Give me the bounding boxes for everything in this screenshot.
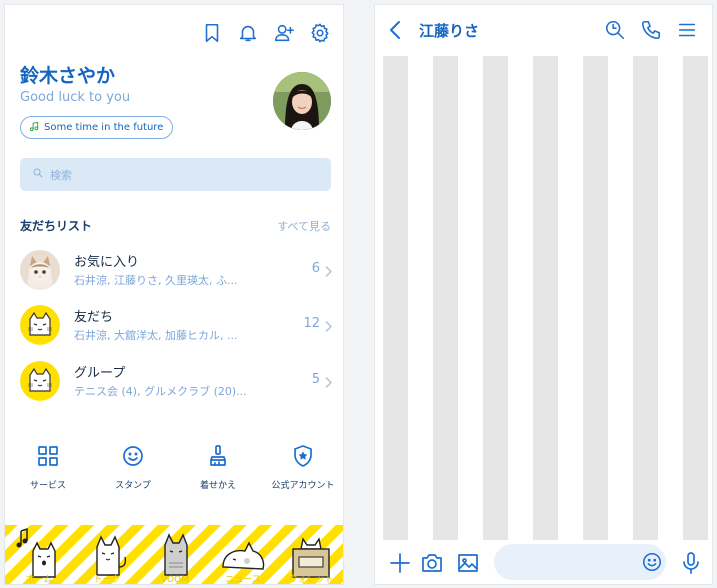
music-note-icon bbox=[29, 121, 40, 135]
shortcut-label: スタンプ bbox=[115, 481, 151, 491]
theme-shortcut[interactable]: 着せかえ bbox=[178, 442, 258, 491]
chat-background bbox=[375, 56, 712, 540]
service-shortcuts: サービス スタンプ 着せかえ 公式アカウント bbox=[5, 442, 343, 496]
home-panel: 鈴木さやか Good luck to you Some time in the … bbox=[4, 4, 344, 585]
see-all-link[interactable]: すべて見る bbox=[277, 218, 331, 234]
microphone-icon[interactable] bbox=[679, 551, 703, 579]
friend-group-row-favorites[interactable]: お気に入り 石井涼, 江藤りさ, 久里瑛太, ふ... 6 bbox=[20, 248, 335, 292]
friend-group-members: 石井涼, 大舘洋太, 加藤ヒカル, ... bbox=[74, 329, 238, 342]
profile-name[interactable]: 鈴木さやか bbox=[20, 61, 115, 88]
friend-group-members: 石井涼, 江藤りさ, 久里瑛太, ふ... bbox=[74, 274, 238, 287]
brush-icon bbox=[178, 442, 258, 470]
tab-news[interactable]: ニュース bbox=[209, 525, 277, 585]
profile-status-message[interactable]: Good luck to you bbox=[20, 90, 130, 105]
bookmark-icon[interactable] bbox=[201, 22, 223, 44]
tab-home[interactable]: ホーム bbox=[5, 525, 73, 585]
friend-group-name: グループ bbox=[74, 366, 126, 381]
profile-music-pill[interactable]: Some time in the future bbox=[20, 116, 174, 139]
tab-talk[interactable]: トーク bbox=[73, 525, 141, 585]
friend-group-name: 友だち bbox=[74, 310, 114, 325]
friend-group-row-groups[interactable]: グループ テニス会 (4), グルメクラブ (20)... 5 bbox=[20, 359, 335, 403]
message-input-bar bbox=[375, 540, 712, 584]
plus-icon[interactable] bbox=[388, 551, 412, 579]
chevron-right-icon bbox=[324, 318, 333, 337]
profile-music-label: Some time in the future bbox=[44, 122, 164, 133]
shortcut-label: 着せかえ bbox=[199, 481, 236, 491]
tab-label: ウォレット bbox=[288, 575, 334, 585]
menu-icon[interactable] bbox=[676, 19, 698, 45]
friend-group-count: 12 bbox=[303, 316, 320, 331]
camera-icon[interactable] bbox=[420, 551, 444, 579]
tab-label: VOOM bbox=[161, 575, 189, 585]
chat-header: 江藤りさ bbox=[375, 5, 712, 55]
shortcut-label: サービス bbox=[29, 481, 66, 491]
chat-header-icons bbox=[604, 19, 698, 45]
friend-group-members: テニス会 (4), グルメクラブ (20)... bbox=[74, 385, 247, 398]
official-badge-icon bbox=[263, 442, 343, 470]
chevron-right-icon bbox=[324, 374, 333, 393]
image-icon[interactable] bbox=[456, 551, 480, 579]
profile-avatar[interactable] bbox=[273, 72, 331, 130]
tab-wallet[interactable]: ウォレット bbox=[277, 525, 343, 585]
tab-label: トーク bbox=[93, 575, 121, 585]
favorites-cat-avatar bbox=[20, 250, 60, 290]
chat-panel: 江藤りさ bbox=[374, 4, 713, 585]
friend-group-name: お気に入り bbox=[74, 255, 140, 270]
friend-group-count: 6 bbox=[311, 261, 320, 276]
tab-label: ニュース bbox=[225, 575, 261, 585]
phone-icon[interactable] bbox=[640, 19, 662, 45]
tab-label: ホーム bbox=[25, 575, 53, 585]
tab-voom[interactable]: VOOM bbox=[141, 525, 209, 585]
chevron-right-icon bbox=[324, 263, 333, 282]
friend-search-input[interactable]: 検索 bbox=[20, 158, 331, 191]
search-icon bbox=[32, 167, 44, 182]
search-icon[interactable] bbox=[604, 19, 626, 45]
friend-list-title: 友だちリスト bbox=[20, 219, 93, 233]
add-friend-icon[interactable] bbox=[273, 22, 295, 44]
cat-gray-icon bbox=[164, 533, 188, 576]
cat-sticker-avatar bbox=[20, 305, 60, 345]
search-placeholder: 検索 bbox=[50, 168, 72, 182]
service-shortcut[interactable]: サービス bbox=[8, 442, 88, 491]
gear-icon[interactable] bbox=[309, 22, 331, 44]
official-account-shortcut[interactable]: 公式アカウント bbox=[263, 442, 343, 491]
friend-group-row-friends[interactable]: 友だち 石井涼, 大舘洋太, 加藤ヒカル, ... 12 bbox=[20, 303, 335, 347]
stamp-shortcut[interactable]: スタンプ bbox=[93, 442, 173, 491]
cat-sticker-avatar bbox=[20, 361, 60, 401]
home-header-icons bbox=[201, 22, 331, 44]
bell-icon[interactable] bbox=[237, 22, 259, 44]
back-chevron-icon[interactable] bbox=[389, 20, 401, 44]
shortcut-label: 公式アカウント bbox=[271, 481, 335, 491]
smiley-icon bbox=[93, 442, 173, 470]
emoji-icon[interactable] bbox=[641, 551, 663, 577]
chat-title[interactable]: 江藤りさ bbox=[419, 20, 479, 41]
grid-icon bbox=[8, 442, 88, 470]
friend-group-count: 5 bbox=[311, 372, 320, 387]
bottom-tab-bar: ホーム トーク VOOM ニュース ウォレット bbox=[5, 525, 343, 585]
